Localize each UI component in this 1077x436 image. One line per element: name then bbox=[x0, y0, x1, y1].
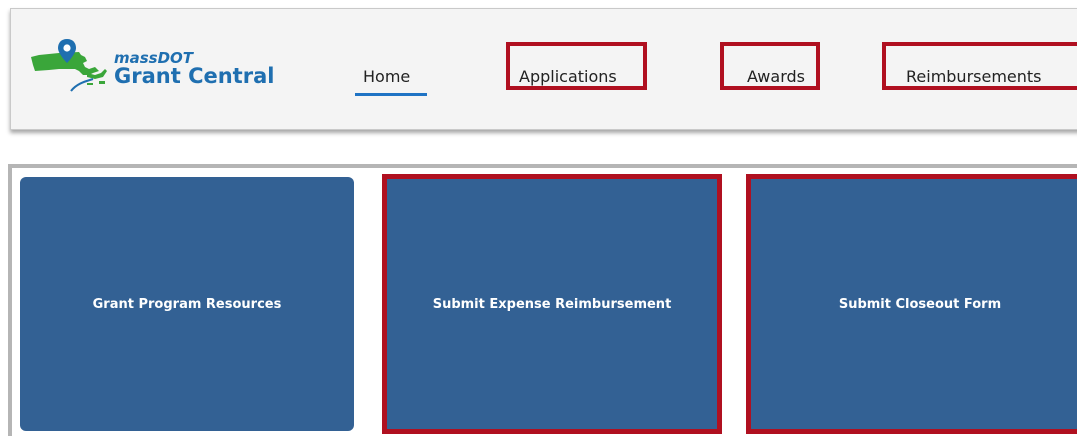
logo-title: Grant Central bbox=[114, 64, 275, 88]
tile-grant-program-resources[interactable]: Grant Program Resources bbox=[20, 177, 354, 431]
massdot-grant-central-logo[interactable]: massDOT Grant Central bbox=[29, 39, 299, 99]
page: massDOT Grant Central Home Applications … bbox=[0, 0, 1077, 436]
tile-label: Grant Program Resources bbox=[92, 296, 282, 312]
nav-applications[interactable]: Applications bbox=[519, 65, 617, 89]
nav-home[interactable]: Home bbox=[363, 65, 410, 89]
massachusetts-map-pin-icon bbox=[31, 39, 107, 92]
tile-label: Submit Closeout Form bbox=[838, 296, 1002, 312]
tile-submit-closeout-form[interactable]: Submit Closeout Form bbox=[750, 177, 1077, 431]
tile-submit-expense-reimbursement[interactable]: Submit Expense Reimbursement bbox=[386, 177, 718, 431]
tile-label: Submit Expense Reimbursement bbox=[432, 296, 672, 312]
nav-awards[interactable]: Awards bbox=[747, 65, 805, 89]
top-nav-bar: massDOT Grant Central Home Applications … bbox=[10, 8, 1077, 130]
nav-home-active-indicator bbox=[355, 93, 427, 96]
nav-reimbursements[interactable]: Reimbursements bbox=[906, 65, 1042, 89]
